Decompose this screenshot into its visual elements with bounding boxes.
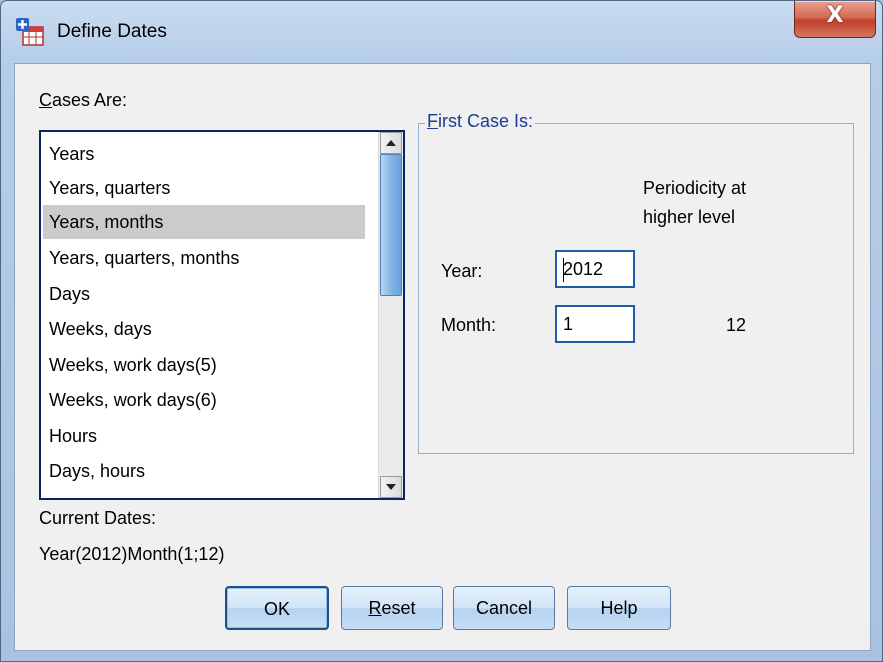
dialog-client-area: Cases Are: Years Years, quarters Years, … (14, 63, 871, 651)
month-label: Month: (441, 315, 497, 335)
cancel-button[interactable]: Cancel (453, 586, 555, 630)
list-item-years[interactable]: Years (43, 137, 365, 171)
list-item-weeks-days[interactable]: Weeks, days (43, 312, 365, 346)
list-item-days[interactable]: Days (43, 277, 365, 311)
first-case-legend: First Case Is: (425, 111, 536, 132)
define-dates-dialog: Define Dates X Cases Are: Years Years, q… (0, 0, 883, 662)
text-caret (563, 258, 564, 282)
month-input-value: 1 (563, 314, 574, 334)
list-item-hours[interactable]: Hours (43, 419, 365, 453)
ok-button[interactable]: OK (225, 586, 329, 630)
spss-app-icon (16, 18, 44, 46)
year-label: Year: (441, 261, 483, 281)
close-button[interactable]: X (794, 1, 876, 38)
title-bar: Define Dates X (1, 1, 882, 63)
list-item-weeks-work-days-6[interactable]: Weeks, work days(6) (43, 383, 365, 417)
list-item-years-quarters-months[interactable]: Years, quarters, months (43, 241, 365, 275)
first-case-groupbox (418, 123, 854, 454)
cases-are-label: Cases Are: (39, 90, 128, 110)
periodicity-header-line2: higher level (643, 207, 736, 227)
reset-button[interactable]: Reset (341, 586, 443, 630)
cases-listbox[interactable]: Years Years, quarters Years, months Year… (39, 130, 405, 500)
help-button[interactable]: Help (567, 586, 671, 630)
list-item-years-months[interactable]: Years, months (43, 205, 365, 239)
listbox-scrollbar[interactable] (378, 132, 403, 498)
list-item-weeks-work-days-5[interactable]: Weeks, work days(5) (43, 348, 365, 382)
list-item-years-quarters[interactable]: Years, quarters (43, 171, 365, 205)
scroll-up-arrow-icon[interactable] (380, 132, 402, 154)
current-dates-value: Year(2012)Month(1;12) (39, 544, 225, 564)
window-title: Define Dates (57, 21, 167, 42)
year-input[interactable]: 2012 (555, 250, 635, 288)
month-periodicity-value: 12 (726, 315, 747, 335)
month-input[interactable]: 1 (555, 305, 635, 343)
periodicity-header-line1: Periodicity at (643, 178, 747, 198)
year-input-value: 2012 (563, 259, 604, 279)
list-item-days-hours[interactable]: Days, hours (43, 454, 365, 488)
scroll-down-arrow-icon[interactable] (380, 476, 402, 498)
close-icon: X (826, 3, 844, 28)
current-dates-label: Current Dates: (39, 508, 157, 528)
scrollbar-thumb[interactable] (380, 154, 402, 296)
